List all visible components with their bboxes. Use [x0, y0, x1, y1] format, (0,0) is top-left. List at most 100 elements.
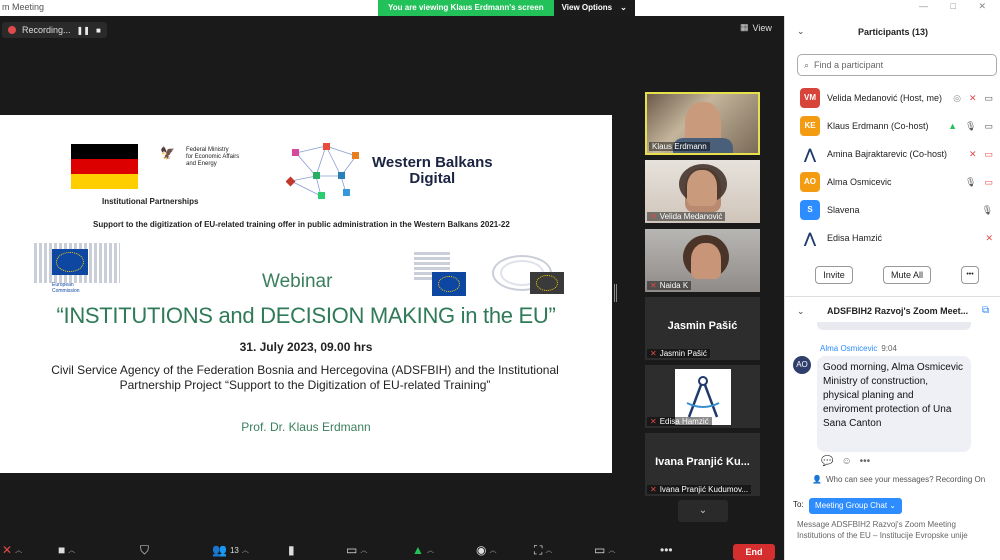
- mic-icon: 🎙: [965, 120, 977, 131]
- chat-header: ⌄ ADSFBIH2 Razvoj's Zoom Meet... ⧉: [785, 303, 1000, 321]
- chevron-up-icon: ︿: [241, 547, 249, 554]
- emoji-icon[interactable]: ☺: [841, 456, 851, 467]
- tile-name: ✕ Jasmin Pašić: [647, 349, 710, 358]
- reply-icon[interactable]: 💬: [821, 456, 833, 467]
- participant-row[interactable]: KE Klaus Erdmann (Co-host) ▲ 🎙 ▭: [785, 112, 1000, 140]
- more-icon: •••: [660, 543, 673, 557]
- sender-name: Alma Osmicevic: [820, 344, 878, 353]
- video-tile-velida[interactable]: ✕ Velida Medanović: [645, 160, 760, 223]
- record-button[interactable]: ◉ ︿: [476, 540, 496, 560]
- grid-icon: ▦: [740, 22, 749, 32]
- more-button[interactable]: •••: [660, 540, 673, 560]
- video-button[interactable]: ■ ︿: [58, 540, 75, 560]
- window-titlebar: m Meeting You are viewing Klaus Erdmann'…: [0, 0, 1000, 16]
- window-title: m Meeting: [2, 2, 45, 12]
- meeting-toolbar: ✕ ︿ ■ ︿ ⛉ 👥 13 ︿ ▮ ▭ ︿ ▲ ︿ ◉ ︿ ⛶ ︿ ▭ ︿ •••: [0, 540, 784, 560]
- search-placeholder: Find a participant: [814, 60, 884, 70]
- participant-search-input[interactable]: ⌕ Find a participant: [797, 54, 997, 76]
- ministry-label: Federal Ministry for Economic Affairs an…: [186, 147, 240, 167]
- video-tile-edisa[interactable]: ✕ Edisa Hamzić: [645, 365, 760, 428]
- record-icon: [8, 26, 16, 34]
- participant-row[interactable]: VM Velida Medanović (Host, me) ◎ ✕ ▭: [785, 84, 1000, 112]
- view-button[interactable]: ▦ View: [740, 22, 772, 33]
- polls-button[interactable]: ▮: [288, 540, 295, 560]
- screen-share-banner: You are viewing Klaus Erdmann's screen V…: [378, 0, 635, 16]
- participant-name: Alma Osmicevic: [827, 177, 892, 187]
- participant-actions: Invite Mute All •••: [785, 266, 1000, 288]
- more-tiles-button[interactable]: ⌄: [678, 500, 728, 522]
- participants-title: Participants (13): [857, 27, 929, 37]
- search-icon: ⌕: [804, 59, 810, 70]
- shield-icon: ⛉: [140, 542, 150, 557]
- participant-status: ✕: [985, 233, 993, 244]
- apps-button[interactable]: ▭ ︿: [594, 540, 615, 560]
- western-balkans-logo: [286, 143, 359, 199]
- chat-message-input[interactable]: Message ADSFBIH2 Razvoj's Zoom Meeting I…: [797, 519, 993, 541]
- video-tile-jasmin[interactable]: Jasmin Pašić ✕ Jasmin Pašić: [645, 297, 760, 360]
- participant-row[interactable]: ⋀ Edisa Hamzić ✕: [785, 224, 1000, 252]
- mic-off-icon: ✕: [650, 417, 657, 426]
- recording-label: Recording...: [22, 25, 71, 35]
- chat-recipient-select[interactable]: Meeting Group Chat ⌄: [809, 498, 902, 514]
- security-button[interactable]: ⛉: [140, 540, 149, 560]
- participant-row[interactable]: S Slavena 🎙: [785, 196, 1000, 224]
- reactions-button[interactable]: ⛶ ︿: [534, 540, 552, 560]
- mic-button[interactable]: ✕ ︿: [2, 540, 22, 560]
- recording-indicator: Recording... ❚❚ ■: [2, 22, 107, 38]
- invite-button[interactable]: Invite: [815, 266, 853, 284]
- end-meeting-button[interactable]: End: [733, 544, 775, 560]
- webinar-date: 31. July 2023, 09.00 hrs: [239, 340, 373, 354]
- mic-off-icon: ✕: [2, 543, 13, 557]
- chat-button[interactable]: ▭ ︿: [346, 540, 367, 560]
- mic-off-icon: ✕: [968, 148, 977, 159]
- view-options-button[interactable]: View Options ⌄: [553, 0, 635, 16]
- tile-name: Klaus Erdmann: [649, 142, 710, 151]
- western-balkans-title: Western Balkans Digital: [372, 154, 493, 187]
- avatar: VM: [800, 88, 820, 108]
- chat-icon: ▭: [346, 543, 358, 557]
- mute-all-button[interactable]: Mute All: [883, 266, 931, 284]
- popout-chat-icon[interactable]: ⧉: [982, 305, 989, 316]
- tile-display-name: Jasmin Pašić: [667, 320, 738, 332]
- avatar: S: [800, 200, 820, 220]
- avatar: ⋀: [800, 228, 820, 248]
- chat-sender: Alma Osmicevic 9:04: [820, 344, 897, 353]
- chevron-up-icon: ︿: [489, 547, 497, 554]
- video-tile-klaus[interactable]: Klaus Erdmann: [645, 92, 760, 155]
- more-icon[interactable]: •••: [860, 456, 871, 467]
- more-options-button[interactable]: •••: [961, 266, 979, 284]
- stop-recording-button[interactable]: ■: [96, 26, 101, 35]
- message-actions: 💬 ☺ •••: [821, 456, 870, 467]
- participant-status: ▲ 🎙 ▭: [948, 121, 993, 132]
- chevron-up-icon: ︿: [68, 547, 76, 554]
- support-text: Support to the digitization of EU-relate…: [93, 220, 510, 229]
- share-screen-button[interactable]: ▲ ︿: [412, 540, 434, 560]
- participant-row[interactable]: AO Alma Osmicevic 🎙 ▭: [785, 168, 1000, 196]
- participant-status: 🎙: [982, 205, 993, 216]
- video-off-icon: ▭: [984, 176, 993, 187]
- tile-name: ✕ Naida K: [647, 281, 692, 290]
- pause-recording-button[interactable]: ❚❚: [77, 26, 90, 35]
- chat-visibility-info[interactable]: 👤 Who can see your messages? Recording On: [812, 475, 985, 484]
- tile-name: ✕ Edisa Hamzić: [647, 417, 712, 426]
- view-label: View: [752, 22, 772, 33]
- window-controls[interactable]: — □ ✕: [919, 1, 996, 12]
- webinar-label: Webinar: [262, 271, 333, 292]
- participant-status: 🎙 ▭: [965, 177, 993, 188]
- mic-off-icon: ✕: [985, 232, 993, 243]
- mic-off-icon: ✕: [650, 281, 657, 290]
- chevron-down-icon[interactable]: ⌄: [797, 306, 805, 317]
- mic-icon: 🎙: [965, 176, 977, 187]
- resize-handle[interactable]: [614, 284, 617, 302]
- video-tile-naida[interactable]: ✕ Naida K: [645, 229, 760, 292]
- video-tile-ivana[interactable]: Ivana Pranjić Ku... ✕ Ivana Pranjić Kudum…: [645, 433, 760, 496]
- chat-message: Good morning, Alma Osmicevic Ministry of…: [817, 356, 971, 452]
- previous-message-bubble: [817, 322, 971, 330]
- participant-row[interactable]: ⋀ Amina Bajraktarevic (Co-host) ✕ ▭: [785, 140, 1000, 168]
- eu-council-logo: [414, 250, 466, 296]
- participants-button[interactable]: 👥 13 ︿: [212, 540, 249, 560]
- eu-commission-label: European Commission: [52, 282, 80, 294]
- video-icon: ▭: [984, 92, 993, 103]
- speaker-name: Prof. Dr. Klaus Erdmann: [241, 420, 371, 434]
- participant-status: ✕ ▭: [969, 149, 993, 160]
